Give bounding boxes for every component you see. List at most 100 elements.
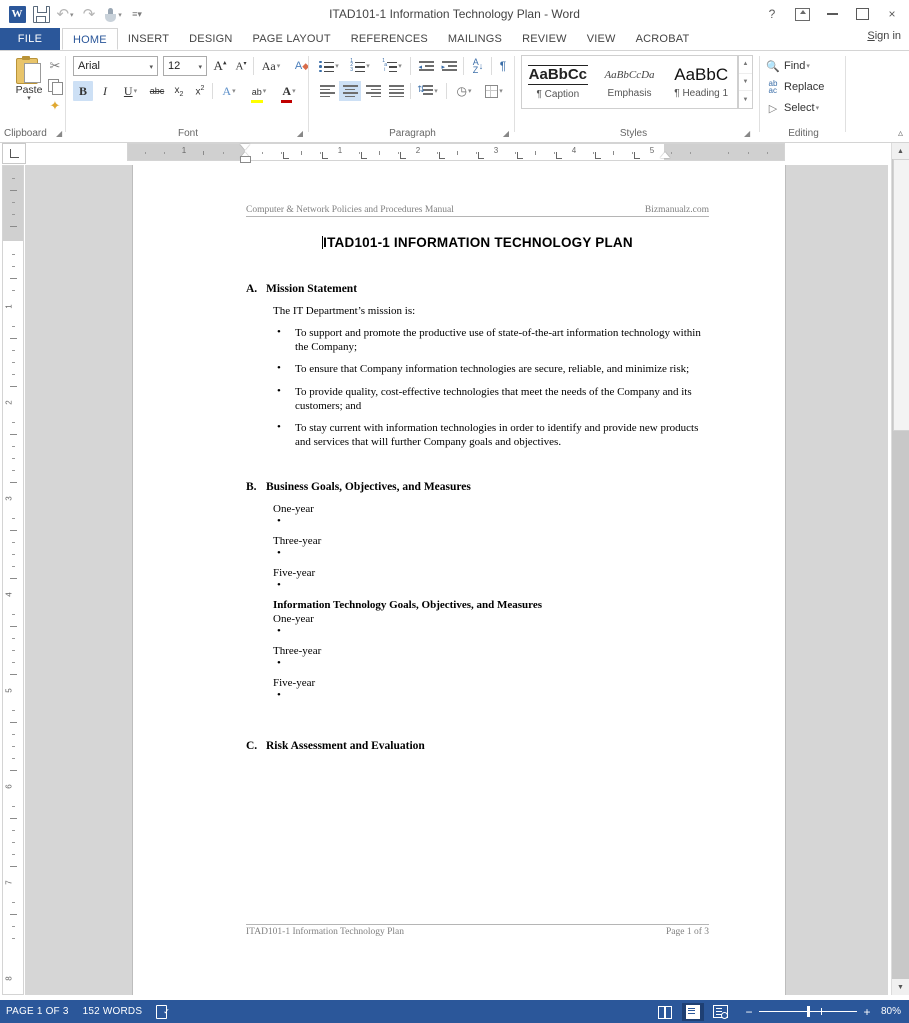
change-case-icon[interactable]: Aa ▾ <box>257 56 285 76</box>
styles-scroll-up-icon[interactable]: ▲ <box>739 56 752 74</box>
bold-button[interactable]: B <box>73 81 93 101</box>
scrollbar-track[interactable] <box>892 159 909 979</box>
align-right-icon[interactable] <box>362 81 384 101</box>
tab-stop-marker[interactable] <box>400 152 406 159</box>
styles-dialog-launcher[interactable]: ◢ <box>744 129 750 138</box>
superscript-button[interactable]: x2 <box>190 81 210 101</box>
print-layout-view-button[interactable] <box>681 1002 704 1021</box>
scroll-up-icon[interactable]: ▲ <box>892 143 909 159</box>
tab-design[interactable]: DESIGN <box>179 28 242 50</box>
bullets-icon[interactable]: ▾ <box>316 56 342 76</box>
undo-icon[interactable]: ↶ ▾ <box>54 4 76 25</box>
tab-insert[interactable]: INSERT <box>118 28 179 50</box>
shrink-font-icon[interactable]: A▾ <box>231 56 251 76</box>
clipboard-dialog-launcher[interactable]: ◢ <box>56 129 62 138</box>
grow-font-icon[interactable]: A▴ <box>210 56 230 76</box>
tab-view[interactable]: VIEW <box>577 28 626 50</box>
proofing-status-icon[interactable] <box>156 1005 171 1019</box>
left-indent-marker[interactable] <box>240 156 251 163</box>
paste-button[interactable]: Paste ▾ <box>8 55 50 102</box>
right-indent-marker[interactable] <box>660 152 670 158</box>
borders-icon[interactable]: ▾ <box>480 81 508 101</box>
decrease-indent-icon[interactable]: ◂ <box>415 56 437 76</box>
word-count-status[interactable]: 152 WORDS <box>83 1006 143 1017</box>
font-size-combo[interactable]: 12 ▾ <box>163 56 207 76</box>
document-footer[interactable]: ITAD101-1 Information Technology Plan Pa… <box>246 924 709 937</box>
justify-icon[interactable] <box>385 81 407 101</box>
maximize-button[interactable] <box>847 2 877 26</box>
subscript-button[interactable]: x2 <box>169 81 189 101</box>
tab-stop-marker[interactable] <box>556 152 562 159</box>
sign-in-link[interactable]: Sign in <box>867 30 901 42</box>
tab-file[interactable]: FILE <box>0 28 60 50</box>
shading-icon[interactable]: ◷ ▾ <box>450 81 478 101</box>
align-center-icon[interactable] <box>339 81 361 101</box>
vertical-scrollbar[interactable]: ▲ ▼ <box>891 143 909 995</box>
close-button[interactable]: × <box>877 2 907 26</box>
scrollbar-thumb[interactable] <box>893 159 909 431</box>
horizontal-ruler[interactable]: 1 1 2 3 4 5 <box>127 143 785 163</box>
zoom-out-button[interactable]: − <box>744 1006 754 1018</box>
vertical-ruler[interactable]: 1 2 3 4 5 6 7 8 <box>2 165 24 995</box>
line-spacing-icon[interactable]: ⇅ ▾ <box>414 81 442 101</box>
style-caption[interactable]: AaBbCc ¶ Caption <box>522 56 594 108</box>
cut-icon[interactable]: ✂ <box>46 57 64 75</box>
zoom-level-value[interactable]: 80% <box>881 1006 901 1017</box>
collapse-ribbon-icon[interactable]: ▵ <box>898 128 903 139</box>
replace-button[interactable]: ab ac Replace <box>765 78 825 96</box>
style-heading-1[interactable]: AaBbC ¶ Heading 1 <box>665 56 737 108</box>
document-canvas[interactable]: Computer & Network Policies and Procedur… <box>25 165 888 995</box>
tab-stop-marker[interactable] <box>634 152 640 159</box>
tab-stop-marker[interactable] <box>517 152 523 159</box>
touch-mode-icon[interactable]: ▾ <box>102 4 124 25</box>
tab-selector-button[interactable] <box>2 143 26 164</box>
tab-stop-marker[interactable] <box>361 152 367 159</box>
scroll-down-icon[interactable]: ▼ <box>892 979 909 995</box>
tab-stop-marker[interactable] <box>595 152 601 159</box>
align-left-icon[interactable] <box>316 81 338 101</box>
page-count-status[interactable]: PAGE 1 OF 3 <box>6 1006 69 1017</box>
save-icon[interactable] <box>30 4 52 25</box>
ribbon-display-options-icon[interactable] <box>787 2 817 26</box>
find-button[interactable]: 🔍 Find ▾ <box>765 57 810 75</box>
document-header[interactable]: Computer & Network Policies and Procedur… <box>246 205 709 217</box>
font-color-icon[interactable]: A ▾ <box>275 81 303 103</box>
tab-stop-marker[interactable] <box>322 152 328 159</box>
tab-stop-marker[interactable] <box>439 152 445 159</box>
tab-mailings[interactable]: MAILINGS <box>438 28 512 50</box>
numbering-icon[interactable]: 1 2 3 ▾ <box>346 56 374 76</box>
document-body[interactable]: A. Mission Statement The IT Department’s … <box>246 283 709 762</box>
word-app-icon[interactable] <box>6 4 28 25</box>
tab-references[interactable]: REFERENCES <box>341 28 438 50</box>
zoom-slider-thumb[interactable] <box>806 1006 810 1017</box>
document-page-1[interactable]: Computer & Network Policies and Procedur… <box>133 165 785 995</box>
italic-button[interactable]: I <box>95 81 115 101</box>
font-name-combo[interactable]: Arial ▾ <box>73 56 158 76</box>
tab-page-layout[interactable]: PAGE LAYOUT <box>243 28 341 50</box>
highlight-color-icon[interactable]: ab ▾ <box>245 81 273 103</box>
tab-review[interactable]: REVIEW <box>512 28 577 50</box>
underline-button[interactable]: U ▾ <box>117 81 144 101</box>
tab-acrobat[interactable]: ACROBAT <box>626 28 700 50</box>
chevron-down-icon[interactable]: ▾ <box>198 63 202 71</box>
styles-more-icon[interactable]: ▼ <box>739 91 752 108</box>
format-painter-icon[interactable]: ✦ <box>46 97 64 115</box>
increase-indent-icon[interactable]: ▸ <box>438 56 460 76</box>
show-formatting-marks-icon[interactable]: ¶ <box>494 56 512 76</box>
chevron-down-icon[interactable]: ▾ <box>8 95 50 102</box>
customize-qat-icon[interactable]: ≡▾ <box>126 4 148 25</box>
help-icon[interactable]: ? <box>757 2 787 26</box>
minimize-button[interactable] <box>817 2 847 26</box>
multilevel-list-icon[interactable]: 1 a i ▾ <box>378 56 406 76</box>
strikethrough-button[interactable]: abc <box>146 81 168 101</box>
select-button[interactable]: ▷ Select ▾ <box>765 99 819 117</box>
copy-icon[interactable] <box>46 77 64 95</box>
font-dialog-launcher[interactable]: ◢ <box>297 129 303 138</box>
tab-stop-marker[interactable] <box>283 152 289 159</box>
redo-icon[interactable]: ↷ <box>78 4 100 25</box>
tab-home[interactable]: HOME <box>62 28 118 50</box>
zoom-in-button[interactable]: + <box>862 1006 872 1018</box>
read-mode-view-button[interactable] <box>654 1003 676 1021</box>
first-line-indent-marker[interactable] <box>240 144 250 150</box>
text-effects-icon[interactable]: A ▾ <box>215 81 243 101</box>
